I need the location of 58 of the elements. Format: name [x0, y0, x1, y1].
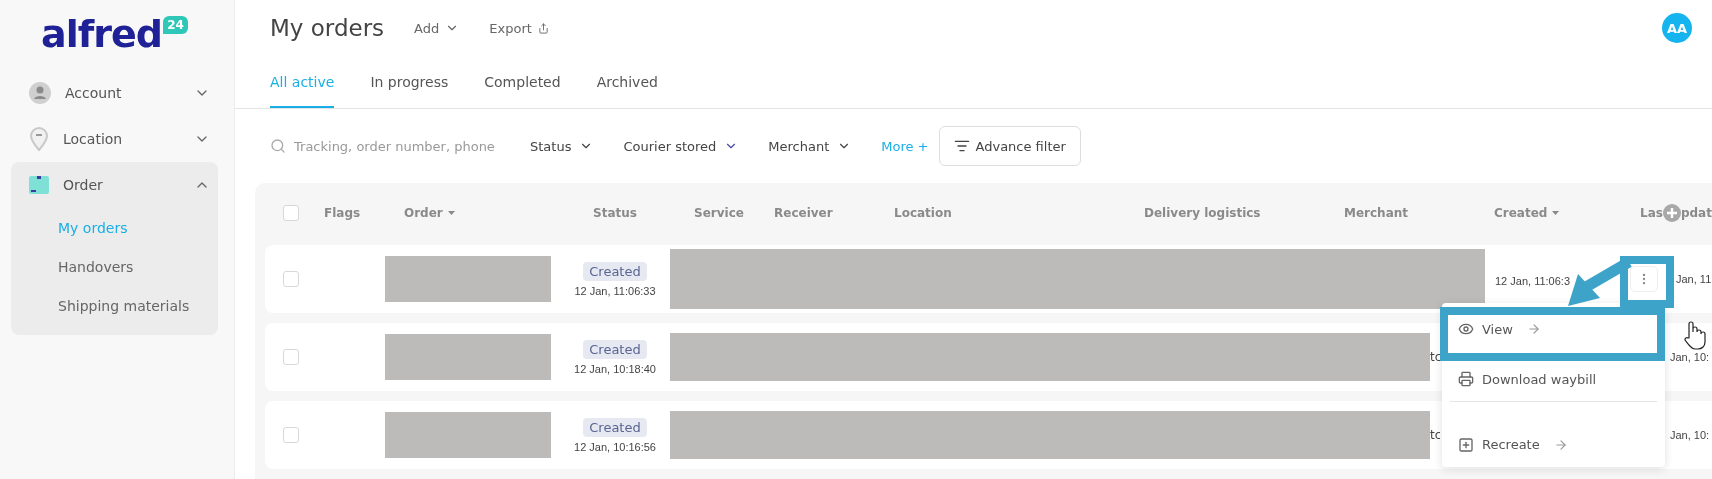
- search-icon: [270, 138, 286, 155]
- search-field[interactable]: Tracking, order number, phone: [292, 137, 508, 155]
- table-cell: Jan, 10:: [1670, 429, 1710, 441]
- status-badge: Created: [583, 417, 647, 437]
- column-header[interactable]: Flags: [324, 206, 361, 220]
- tab[interactable]: Completed: [484, 74, 561, 109]
- square-plus-icon: [1458, 436, 1474, 453]
- tab[interactable]: All active: [270, 74, 335, 109]
- advance-filter-button[interactable]: Advance filter: [938, 126, 1081, 167]
- column-header[interactable]: Service: [694, 206, 744, 220]
- more-options-button[interactable]: [1630, 266, 1658, 292]
- filter-dropdown[interactable]: Merchant: [768, 138, 852, 154]
- table-cell-text: 12 Jan, 11:06:3: [1494, 274, 1571, 287]
- status-time: 12 Jan, 11:06:33: [574, 284, 656, 297]
- checkbox[interactable]: [283, 349, 299, 365]
- share-icon: [537, 22, 549, 34]
- location-pin-icon: [29, 127, 49, 151]
- column-header[interactable]: Las: [1640, 206, 1663, 220]
- page-title: My orders: [270, 15, 385, 42]
- column-header[interactable]: Order: [404, 206, 455, 220]
- column-header[interactable]: Status: [593, 206, 637, 220]
- column-header[interactable]: Location: [894, 206, 952, 220]
- printer-icon: [1458, 371, 1474, 387]
- checkbox[interactable]: [283, 205, 299, 221]
- column-header[interactable]: Receiver: [774, 206, 833, 220]
- table-cell: Jan, 10:: [1670, 351, 1710, 363]
- table-cell: tc: [1430, 428, 1440, 442]
- column-header[interactable]: Created: [1494, 206, 1560, 220]
- status-time: 12 Jan, 10:18:40: [574, 362, 656, 375]
- status-badge: Created: [583, 339, 647, 359]
- tab[interactable]: Archived: [596, 74, 658, 109]
- logo-badge: 24: [163, 16, 188, 34]
- column-header[interactable]: pdat: [1680, 206, 1712, 220]
- nav-item[interactable]: Location: [11, 116, 218, 162]
- status-time: 12 Jan, 10:16:56: [574, 440, 656, 453]
- export-button[interactable]: Export: [489, 20, 549, 36]
- table-cell: tc: [1430, 350, 1440, 364]
- eye-icon: [1458, 321, 1474, 337]
- table-cell: Jan, 11: [1676, 273, 1712, 285]
- person-icon: [29, 82, 51, 104]
- column-header[interactable]: Delivery logistics: [1144, 206, 1261, 220]
- more-link[interactable]: More +: [881, 138, 929, 154]
- nav-item[interactable]: Order: [11, 162, 218, 208]
- box-icon: [29, 175, 49, 195]
- nav-subitem[interactable]: Shipping materials: [11, 286, 218, 325]
- sort-caret-icon: [447, 211, 455, 215]
- checkbox[interactable]: [283, 427, 299, 443]
- status-badge: Created: [583, 261, 647, 281]
- add-button[interactable]: Add: [414, 20, 460, 36]
- filter-dropdown[interactable]: Courier stored: [623, 138, 739, 154]
- checkbox[interactable]: [283, 271, 299, 287]
- column-header[interactable]: Merchant: [1344, 206, 1409, 220]
- plus-circle-icon: [1662, 204, 1681, 222]
- nav-item[interactable]: Account: [11, 70, 218, 116]
- sort-caret-icon: [1552, 211, 1560, 215]
- tab[interactable]: In progress: [370, 74, 449, 109]
- nav-subitem[interactable]: Handovers: [11, 247, 218, 286]
- filter-dropdown[interactable]: Status: [530, 138, 594, 154]
